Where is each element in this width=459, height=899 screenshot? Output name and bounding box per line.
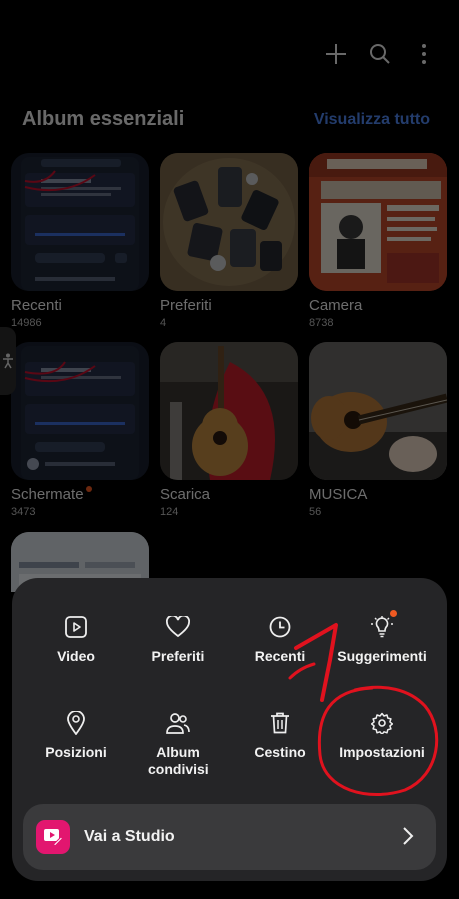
accessibility-handle[interactable]	[0, 327, 16, 395]
album-thumbnail	[160, 153, 298, 291]
album-thumbnail	[309, 342, 447, 480]
album-recenti[interactable]: Recenti 14986	[11, 153, 149, 329]
studio-button[interactable]: Vai a Studio	[23, 804, 436, 870]
search-icon[interactable]	[367, 36, 393, 72]
album-schermate[interactable]: Schermate 3473	[11, 342, 149, 518]
album-thumbnail	[11, 342, 149, 480]
menu-item-label: Cestino	[254, 744, 306, 760]
menu-item-label: Album condivisi	[148, 744, 209, 777]
album-count: 8738	[309, 317, 334, 329]
new-badge	[390, 610, 397, 617]
add-icon[interactable]	[323, 36, 349, 72]
menu-item-label: Recenti	[254, 648, 306, 664]
menu-item-video[interactable]: Video	[22, 614, 130, 664]
menu-item-preferiti[interactable]: Preferiti	[124, 614, 232, 664]
album-thumbnail	[309, 153, 447, 291]
menu-item-label: Suggerimenti	[337, 648, 427, 664]
menu-item-label: Video	[57, 648, 95, 664]
album-count: 3473	[11, 506, 36, 518]
album-name: Camera	[309, 297, 363, 314]
section-title: Album essenziali	[22, 108, 185, 130]
bulb-icon	[328, 610, 436, 640]
location-pin-icon	[22, 710, 130, 736]
album-name: Schermate	[11, 486, 149, 503]
album-count: 4	[160, 317, 167, 329]
menu-item-recenti[interactable]: Recenti	[226, 614, 334, 664]
album-name: Scarica	[160, 486, 211, 503]
menu-item-label: Preferiti	[151, 648, 205, 664]
album-count: 56	[309, 506, 322, 518]
menu-item-album-condivisi[interactable]: Album condivisi	[124, 710, 232, 778]
album-scarica[interactable]: Scarica 124	[160, 342, 298, 518]
heart-icon	[124, 614, 232, 640]
album-camera[interactable]: Camera 8738	[309, 153, 447, 329]
album-name: Preferiti	[160, 297, 212, 314]
view-all-link[interactable]: Visualizza tutto	[314, 111, 430, 129]
menu-item-impostazioni[interactable]: Impostazioni	[328, 710, 436, 760]
menu-item-label: Posizioni	[45, 744, 107, 760]
new-badge	[85, 486, 92, 492]
chevron-right-icon	[402, 826, 414, 851]
studio-app-icon	[36, 820, 70, 854]
play-icon	[22, 614, 130, 640]
album-name: Recenti	[11, 297, 62, 314]
top-toolbar	[323, 36, 437, 72]
album-musica[interactable]: MUSICA 56	[309, 342, 447, 518]
studio-label: Vai a Studio	[84, 828, 175, 845]
album-thumbnail	[11, 153, 149, 291]
album-count: 14986	[11, 317, 42, 329]
clock-icon	[226, 614, 334, 640]
people-icon	[124, 710, 232, 736]
album-preferiti[interactable]: Preferiti 4	[160, 153, 298, 329]
album-thumbnail	[160, 342, 298, 480]
menu-item-posizioni[interactable]: Posizioni	[22, 710, 130, 760]
album-name: MUSICA	[309, 486, 368, 503]
gear-icon	[328, 710, 436, 736]
menu-item-suggerimenti[interactable]: Suggerimenti	[328, 610, 436, 664]
quick-menu-sheet: Video Preferiti Recenti Suggerimenti Pos…	[12, 578, 447, 881]
more-options-icon[interactable]	[411, 36, 437, 72]
menu-item-cestino[interactable]: Cestino	[226, 710, 334, 760]
menu-item-label: Impostazioni	[339, 744, 425, 760]
accessibility-icon	[3, 353, 13, 369]
trash-icon	[226, 710, 334, 736]
album-count: 124	[160, 506, 179, 518]
